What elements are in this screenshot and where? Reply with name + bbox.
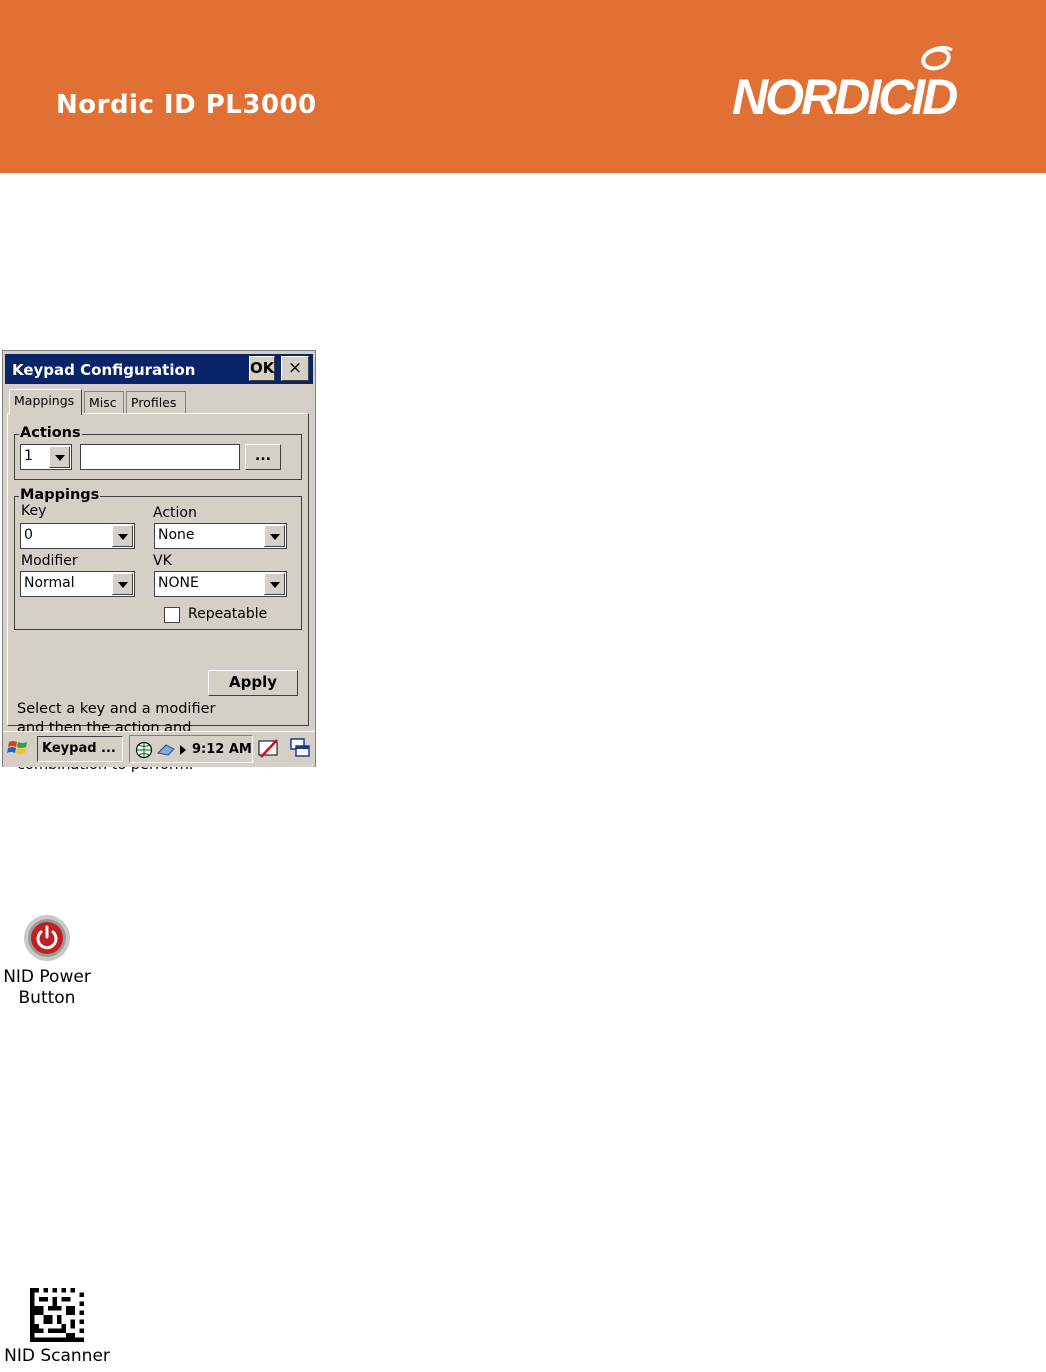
nid-power-button-shortcut[interactable]: NID Power Button xyxy=(1,911,93,1009)
logo-wordmark: NORDICID xyxy=(732,69,958,125)
tab-mappings[interactable]: Mappings xyxy=(9,389,82,415)
tab-misc[interactable]: Misc xyxy=(84,391,124,413)
chevron-down-icon[interactable] xyxy=(112,525,133,547)
modifier-value: Normal xyxy=(24,575,75,591)
header-banner: Nordic ID PL3000 NORDICID xyxy=(0,0,1046,173)
actions-group: Actions 1 ... xyxy=(14,425,302,480)
vk-label: VK xyxy=(153,553,172,569)
action-text-field[interactable] xyxy=(80,444,240,470)
mappings-group-label: Mappings xyxy=(19,487,101,503)
action-number-select[interactable]: 1 xyxy=(20,444,72,470)
clock-time[interactable]: 9:12 AM xyxy=(192,742,252,757)
action-select[interactable]: None xyxy=(154,523,287,549)
chevron-down-icon[interactable] xyxy=(264,525,285,547)
power-button-caption-1: NID Power xyxy=(3,967,91,987)
power-button-caption-2: Button xyxy=(18,988,76,1008)
scanner-caption: NID Scanner xyxy=(4,1346,110,1366)
window-titlebar: Keypad Configuration OK × xyxy=(5,354,313,384)
vk-value: NONE xyxy=(158,575,199,591)
modifier-label: Modifier xyxy=(21,553,78,569)
action-label: Action xyxy=(153,505,197,521)
chevron-down-icon[interactable] xyxy=(264,573,285,595)
actions-group-label: Actions xyxy=(19,425,82,441)
windows-start-icon[interactable] xyxy=(7,737,29,759)
repeatable-label: Repeatable xyxy=(188,606,268,622)
modifier-select[interactable]: Normal xyxy=(20,571,135,597)
datamatrix-icon xyxy=(30,1288,84,1342)
key-value: 0 xyxy=(24,527,33,543)
close-button[interactable]: × xyxy=(281,356,309,381)
document-title: Nordic ID PL3000 xyxy=(56,90,317,120)
key-label: Key xyxy=(21,503,47,519)
input-panel-icon[interactable] xyxy=(257,737,281,761)
action-number-value: 1 xyxy=(24,448,33,464)
chevron-down-icon[interactable] xyxy=(112,573,133,595)
connection-icon[interactable] xyxy=(156,741,178,759)
device-screenshot: Keypad Configuration OK × Mappings Misc … xyxy=(2,350,316,773)
vk-select[interactable]: NONE xyxy=(154,571,287,597)
tray-arrow-icon[interactable] xyxy=(180,745,186,755)
system-tray: 9:12 AM xyxy=(129,735,253,763)
window-title: Keypad Configuration xyxy=(12,361,196,379)
task-keypad-button[interactable]: Keypad ... xyxy=(37,736,123,762)
taskbar: Keypad ... 9:12 AM xyxy=(3,731,315,767)
nid-scanner-shortcut[interactable]: NID Scanner xyxy=(0,1286,114,1372)
logo-swirl-icon xyxy=(921,45,953,71)
action-value: None xyxy=(158,527,195,543)
network-globe-icon[interactable] xyxy=(135,741,153,759)
mappings-group: Mappings Key Action 0 None Modifier VK N… xyxy=(14,487,302,630)
mappings-panel: Actions 1 ... Mappings Key Action 0 None… xyxy=(7,413,309,773)
tab-profiles[interactable]: Profiles xyxy=(126,391,186,413)
repeatable-checkbox[interactable] xyxy=(164,607,180,623)
ok-button[interactable]: OK xyxy=(249,356,275,381)
power-icon xyxy=(24,915,70,961)
browse-button[interactable]: ... xyxy=(245,444,281,470)
key-select[interactable]: 0 xyxy=(20,523,135,549)
nordicid-logo: NORDICID xyxy=(732,42,994,124)
chevron-down-icon[interactable] xyxy=(49,446,70,468)
switch-windows-icon[interactable] xyxy=(289,737,311,759)
apply-button[interactable]: Apply xyxy=(208,670,298,696)
